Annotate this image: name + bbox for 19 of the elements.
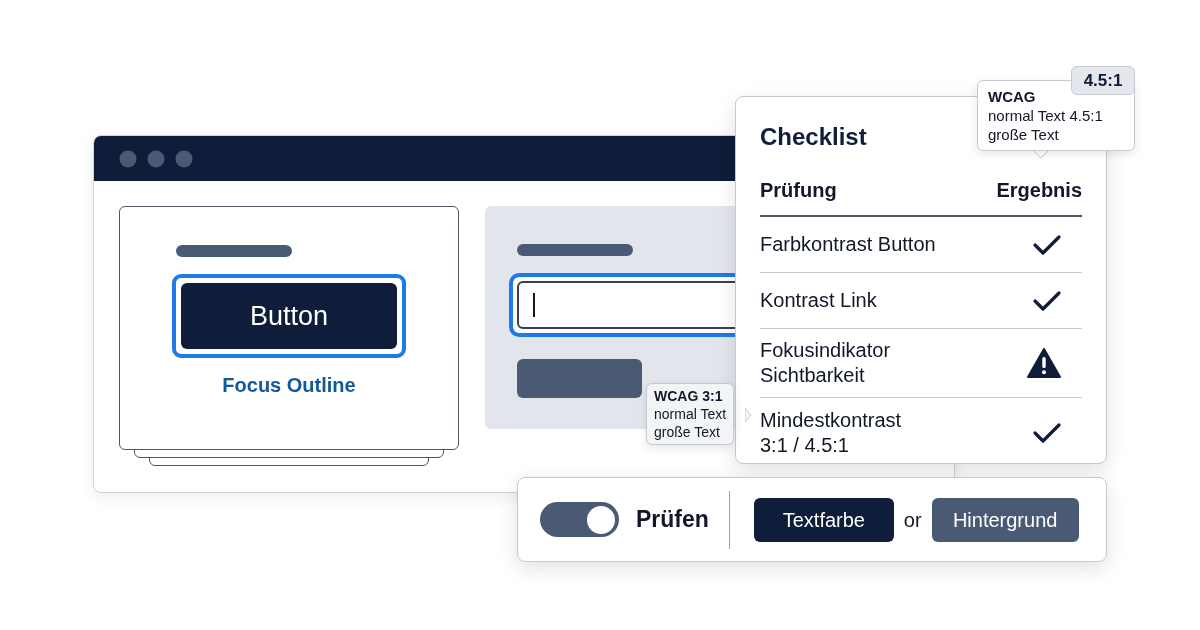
ratio-badge: 4.5:1 [1071, 66, 1135, 95]
checklist-title: Checklist [760, 122, 867, 152]
background-button[interactable]: Hintergrund [931, 497, 1079, 542]
column-header: Prüfung [760, 178, 837, 203]
toggle-switch[interactable] [540, 502, 619, 537]
or-label: or [903, 507, 922, 533]
text-cursor [533, 293, 535, 317]
check-label: Farbkontrast Button [760, 232, 936, 257]
tooltip-pointer [745, 408, 752, 422]
text-color-button[interactable]: Textfarbe [753, 497, 894, 542]
primary-button[interactable]: Button [181, 283, 397, 349]
tooltip-text: WCAG 3:1 normal Text große Text [654, 387, 727, 441]
check-label: Kontrast Link [760, 288, 877, 313]
focus-outline-label: Focus Outline [222, 373, 356, 398]
check-label: Mindestkontrast 3:1 / 4.5:1 [760, 407, 902, 458]
column-header: Ergebnis [996, 178, 1082, 203]
check-label: Fokusindikator Sichtbarkeit [760, 338, 891, 388]
window-dots-icon [119, 149, 193, 168]
toggle-label: Prüfen [636, 505, 709, 535]
